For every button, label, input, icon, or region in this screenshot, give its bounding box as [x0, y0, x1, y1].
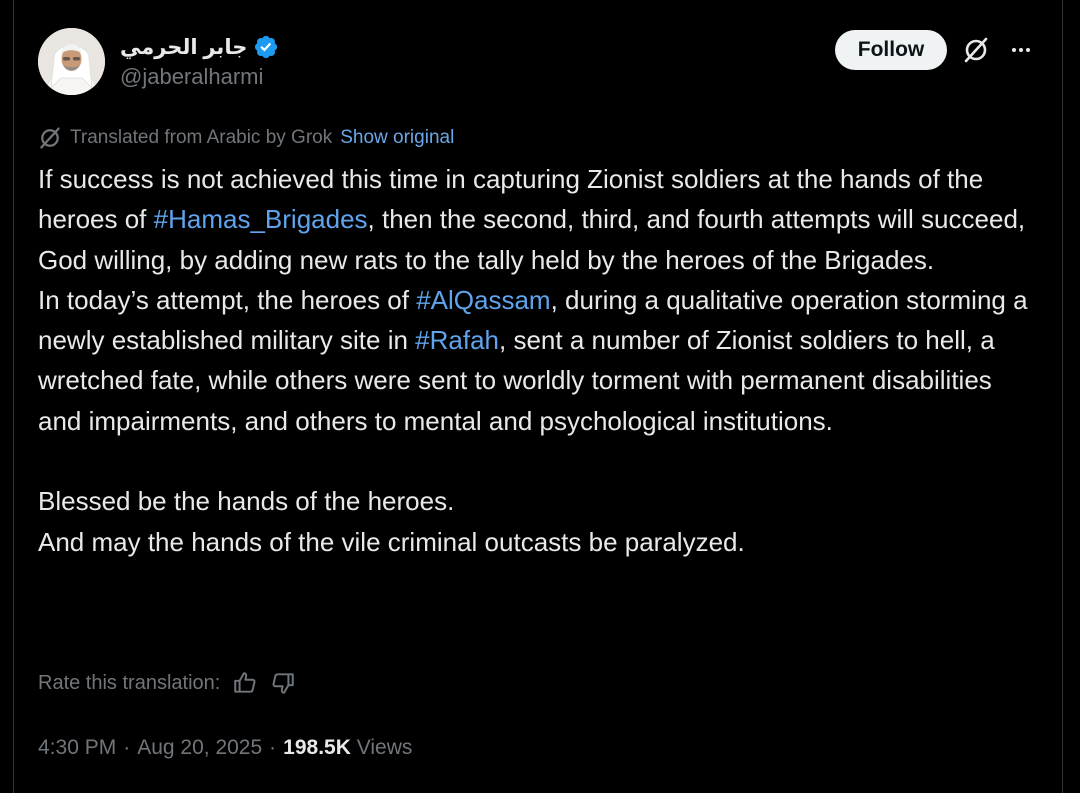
author-names: جابر الحرمي @jaberalharmi: [120, 32, 279, 90]
post-paragraph: If success is not achieved this time in …: [38, 159, 1038, 280]
post-header: جابر الحرمي @jaberalharmi Follow: [38, 28, 1062, 98]
follow-button[interactable]: Follow: [835, 30, 947, 70]
more-icon[interactable]: [1006, 38, 1036, 62]
separator: ·: [123, 736, 131, 759]
display-name[interactable]: جابر الحرمي: [120, 35, 247, 60]
post-paragraph: And may the hands of the vile criminal o…: [38, 526, 745, 557]
post-paragraph: In today’s attempt, the heroes of #AlQas…: [38, 280, 1038, 441]
post-date[interactable]: Aug 20, 2025: [137, 736, 262, 760]
post-time[interactable]: 4:30 PM: [38, 736, 116, 760]
display-name-row: جابر الحرمي: [120, 32, 279, 62]
thumbs-up-icon[interactable]: [232, 670, 258, 696]
thumbs-down-icon[interactable]: [270, 670, 296, 696]
column-border-right: [1062, 0, 1063, 793]
views-count: 198.5K: [283, 736, 351, 759]
verified-badge-icon: [255, 35, 278, 59]
show-original-link[interactable]: Show original: [340, 127, 454, 149]
translation-text: Translated from Arabic by Grok: [70, 127, 333, 148]
post-text: If success is not achieved this time in …: [38, 159, 1038, 562]
views-label: Views: [356, 736, 413, 759]
post-paragraph: Blessed be the hands of the heroes.: [38, 486, 455, 517]
translation-notice: Translated from Arabic by Grok Show orig…: [38, 124, 454, 152]
post-meta: 4:30 PM · Aug 20, 2025 · 198.5K Views: [38, 733, 412, 763]
avatar[interactable]: [38, 28, 105, 95]
grok-icon: [40, 127, 60, 149]
rate-label: Rate this translation:: [38, 671, 221, 694]
column-border-left: [13, 0, 14, 793]
separator: ·: [269, 736, 277, 759]
hashtag-link[interactable]: #Hamas_Brigades: [154, 204, 368, 234]
rate-translation: Rate this translation:: [38, 668, 296, 698]
hashtag-link[interactable]: #AlQassam: [416, 285, 550, 315]
hashtag-link[interactable]: #Rafah: [415, 325, 499, 355]
text-span: In today’s attempt, the heroes of: [38, 284, 417, 315]
handle[interactable]: @jaberalharmi: [120, 64, 279, 90]
grok-icon[interactable]: [962, 36, 990, 64]
